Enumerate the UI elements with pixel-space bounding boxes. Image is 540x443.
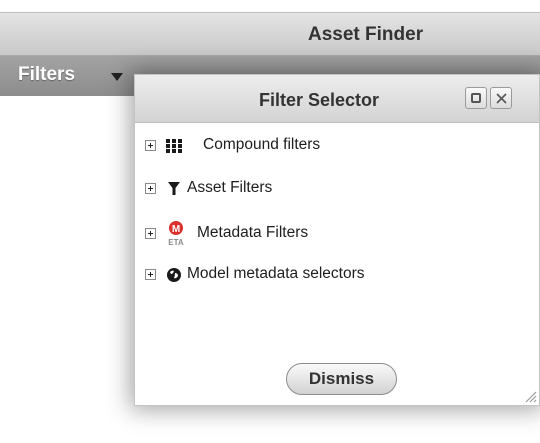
dialog-header[interactable]: Filter Selector <box>135 75 539 123</box>
filters-menu-label[interactable]: Filters <box>18 64 75 86</box>
globe-icon <box>164 264 184 286</box>
metadata-icon: M ETA <box>164 220 188 248</box>
expand-icon[interactable] <box>145 140 156 151</box>
grid-icon <box>164 135 184 157</box>
close-icon <box>496 93 507 104</box>
app-title-bar: Asset Finder <box>0 12 540 56</box>
maximize-button[interactable] <box>465 87 487 109</box>
tree-item-label: Model metadata selectors <box>187 265 365 282</box>
expand-icon[interactable] <box>145 269 156 280</box>
caret-down-icon[interactable] <box>111 73 123 81</box>
tree-item-asset-filters[interactable]: Asset Filters <box>145 178 445 200</box>
tree-item-label: Compound filters <box>203 136 321 153</box>
tree-item-metadata-filters[interactable]: M ETA Metadata Filters <box>145 220 445 248</box>
expand-icon[interactable] <box>145 183 156 194</box>
maximize-icon <box>471 93 481 103</box>
tree-item-model-metadata-selectors[interactable]: Model metadata selectors <box>145 264 485 286</box>
app-title: Asset Finder <box>308 24 424 45</box>
resize-grip-icon[interactable] <box>523 389 537 403</box>
expand-icon[interactable] <box>145 228 156 239</box>
tree-item-label: Asset Filters <box>187 179 273 196</box>
svg-text:ETA: ETA <box>168 238 184 247</box>
dialog-title: Filter Selector <box>259 90 380 110</box>
funnel-icon <box>164 178 184 200</box>
dismiss-button[interactable]: Dismiss <box>286 363 397 395</box>
svg-text:M: M <box>172 224 180 235</box>
tree-item-compound-filters[interactable]: Compound filters <box>145 135 445 157</box>
filter-selector-dialog: Filter Selector Compound filters Asset F… <box>134 74 540 406</box>
close-button[interactable] <box>490 87 512 109</box>
tree-item-label: Metadata Filters <box>197 224 309 241</box>
